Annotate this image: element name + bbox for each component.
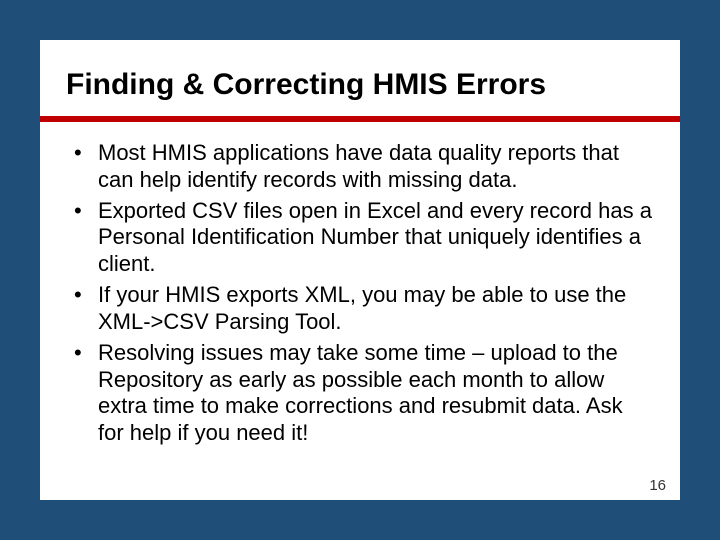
list-item: If your HMIS exports XML, you may be abl… [68,282,652,336]
slide-title: Finding & Correcting HMIS Errors [40,40,680,116]
list-item: Most HMIS applications have data quality… [68,140,652,194]
content-area: Finding & Correcting HMIS Errors Most HM… [40,40,680,500]
slide: Finding & Correcting HMIS Errors Most HM… [0,0,720,540]
bullet-list: Most HMIS applications have data quality… [40,140,680,447]
list-item: Resolving issues may take some time – up… [68,340,652,447]
page-number: 16 [649,477,666,494]
list-item: Exported CSV files open in Excel and eve… [68,198,652,278]
divider-rule [40,116,680,122]
